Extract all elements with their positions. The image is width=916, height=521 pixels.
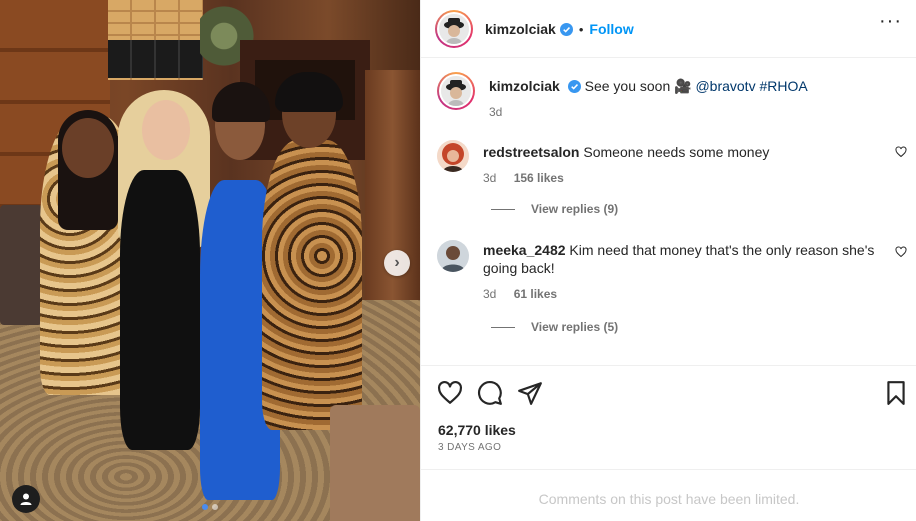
- user-icon: [20, 493, 32, 505]
- comment-likes[interactable]: 156 likes: [514, 171, 564, 185]
- save-bookmark-icon[interactable]: [885, 380, 907, 406]
- person-2: [120, 170, 200, 450]
- comment-item: redstreetsalon Someone needs some money …: [437, 140, 907, 187]
- view-replies-button[interactable]: View replies (5): [491, 320, 618, 334]
- photo-chair-left: [0, 205, 42, 325]
- avatar-image: [439, 14, 469, 44]
- carousel-dot: [212, 504, 218, 510]
- carousel-next-button[interactable]: ›: [384, 250, 410, 276]
- comment-bubble-icon[interactable]: [477, 380, 503, 406]
- carousel-indicator: [202, 504, 218, 510]
- person-1-head: [62, 118, 114, 178]
- caption-age: 3d: [489, 105, 503, 119]
- commenter-avatar[interactable]: [437, 240, 469, 272]
- post-photo[interactable]: ›: [0, 0, 420, 521]
- like-comment-heart-icon[interactable]: [895, 146, 907, 158]
- header-separator: •: [578, 21, 584, 37]
- more-horizontal-icon: ···: [879, 10, 902, 32]
- post-caption: kimzolciak See you soon 🎥 @bravotv #RHOA…: [437, 72, 907, 121]
- view-replies-button[interactable]: View replies (9): [491, 202, 618, 216]
- replies-line: [491, 208, 515, 210]
- comment-age: 3d: [483, 171, 497, 185]
- comment-age: 3d: [483, 287, 497, 301]
- post-actions: [437, 380, 907, 408]
- caption-mention-link[interactable]: @bravotv: [695, 78, 755, 94]
- commenter-avatar[interactable]: [437, 140, 469, 172]
- person-2-head: [142, 100, 190, 160]
- like-comment-heart-icon[interactable]: [895, 246, 907, 258]
- photo-dark-tile: [108, 40, 203, 78]
- post-header: kimzolciak • Follow: [435, 10, 905, 48]
- verified-badge-icon: [559, 22, 573, 36]
- comment-username[interactable]: meeka_2482: [483, 242, 566, 258]
- comment-username[interactable]: redstreetsalon: [483, 144, 579, 160]
- avatar-image: [437, 240, 469, 272]
- caption-author-avatar[interactable]: [437, 72, 475, 110]
- caption-username[interactable]: kimzolciak: [489, 78, 560, 94]
- comment-text: Someone needs some money: [583, 144, 770, 160]
- divider: [421, 469, 916, 470]
- more-options-button[interactable]: ···: [879, 11, 902, 31]
- photo-chair-right: [330, 405, 420, 521]
- replies-line: [491, 326, 515, 328]
- author-avatar[interactable]: [435, 10, 473, 48]
- author-username[interactable]: kimzolciak: [485, 21, 556, 37]
- share-paper-plane-icon[interactable]: [517, 380, 543, 406]
- caption-text: See you soon 🎥: [584, 78, 692, 94]
- carousel-dot-active: [202, 504, 208, 510]
- divider: [421, 57, 916, 58]
- like-heart-icon[interactable]: [437, 380, 463, 406]
- caption-hashtag-link[interactable]: #RHOA: [759, 78, 807, 94]
- avatar-image: [441, 76, 471, 106]
- post-sidebar: kimzolciak • Follow ··· kimzolciak See y…: [420, 0, 916, 521]
- likes-count[interactable]: 62,770 likes: [438, 422, 516, 438]
- comment-likes[interactable]: 61 likes: [514, 287, 557, 301]
- comments-limited-notice: Comments on this post have been limited.: [538, 491, 800, 507]
- divider: [421, 365, 916, 366]
- person-4: [262, 140, 362, 430]
- verified-badge-icon: [567, 80, 581, 93]
- avatar-image: [437, 140, 469, 172]
- view-replies-label: View replies (5): [531, 320, 619, 334]
- comment-item: meeka_2482 Kim need that money that's th…: [437, 240, 907, 303]
- post-date: 3 DAYS AGO: [438, 442, 502, 453]
- follow-button[interactable]: Follow: [589, 21, 633, 37]
- tagged-users-button[interactable]: [12, 485, 40, 513]
- view-replies-label: View replies (9): [531, 202, 619, 216]
- chevron-right-icon: ›: [394, 254, 400, 271]
